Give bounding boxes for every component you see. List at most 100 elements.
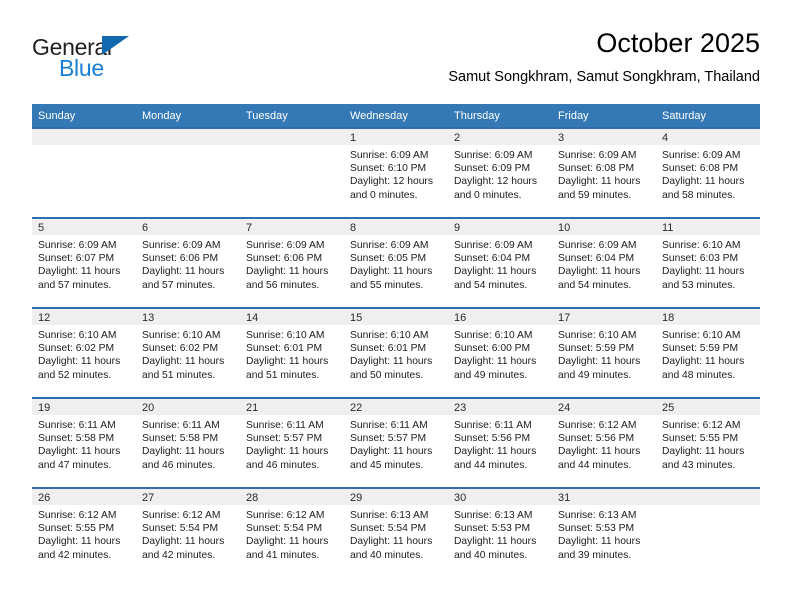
day-number: 15 bbox=[344, 309, 448, 325]
daylight-text-line2: and 40 minutes. bbox=[350, 549, 424, 561]
weekday-header-monday: Monday bbox=[136, 104, 240, 128]
calendar-day-cell[interactable]: 5 Sunrise: 6:09 AM Sunset: 6:07 PM Daylight… bbox=[32, 217, 136, 308]
page-subtitle-location: Samut Songkhram, Samut Songkhram, Thaila… bbox=[448, 69, 760, 85]
day-sun-info: Sunrise: 6:12 AM Sunset: 5:55 PM Daylight:… bbox=[32, 505, 136, 562]
calendar-day-cell[interactable]: 20 Sunrise: 6:11 AM Sunset: 5:58 PM Dayligh… bbox=[136, 397, 240, 488]
calendar-day-cell-empty bbox=[240, 127, 344, 218]
calendar-day-cell[interactable]: 24 Sunrise: 6:12 AM Sunset: 5:56 PM Dayligh… bbox=[552, 397, 656, 488]
daylight-text-line1: Daylight: 11 hours bbox=[38, 266, 121, 278]
daylight-text-line2: and 55 minutes. bbox=[350, 279, 424, 291]
logo-triangle-icon bbox=[102, 36, 129, 55]
daylight-text-line1: Daylight: 11 hours bbox=[454, 266, 537, 278]
sunrise-text: Sunrise: 6:11 AM bbox=[350, 420, 428, 431]
sunrise-text: Sunrise: 6:13 AM bbox=[454, 510, 533, 521]
calendar-day-cell[interactable]: 30 Sunrise: 6:13 AM Sunset: 5:53 PM Dayligh… bbox=[448, 487, 552, 577]
calendar-day-cell[interactable]: 1 Sunrise: 6:09 AM Sunset: 6:10 PM Daylight… bbox=[344, 127, 448, 218]
sunset-text: Sunset: 5:59 PM bbox=[558, 343, 635, 355]
daylight-text-line2: and 48 minutes. bbox=[662, 369, 736, 381]
weekday-header-sunday: Sunday bbox=[32, 104, 136, 128]
sunset-text: Sunset: 6:06 PM bbox=[142, 253, 219, 265]
calendar-day-cell[interactable]: 3 Sunrise: 6:09 AM Sunset: 6:08 PM Daylight… bbox=[552, 127, 656, 218]
calendar-day-cell[interactable]: 29 Sunrise: 6:13 AM Sunset: 5:54 PM Dayligh… bbox=[344, 487, 448, 577]
calendar-day-cell[interactable]: 15 Sunrise: 6:10 AM Sunset: 6:01 PM Dayligh… bbox=[344, 307, 448, 398]
calendar-day-cell[interactable]: 16 Sunrise: 6:10 AM Sunset: 6:00 PM Dayligh… bbox=[448, 307, 552, 398]
day-sun-info: Sunrise: 6:13 AM Sunset: 5:53 PM Daylight:… bbox=[448, 505, 552, 562]
sunrise-text: Sunrise: 6:12 AM bbox=[558, 420, 637, 431]
daylight-text-line1: Daylight: 11 hours bbox=[558, 266, 641, 278]
day-number: 4 bbox=[656, 129, 760, 145]
day-number: 12 bbox=[32, 309, 136, 325]
day-sun-info: Sunrise: 6:10 AM Sunset: 5:59 PM Daylight:… bbox=[552, 325, 656, 382]
calendar-day-cell[interactable]: 7 Sunrise: 6:09 AM Sunset: 6:06 PM Daylight… bbox=[240, 217, 344, 308]
daylight-text-line2: and 0 minutes. bbox=[454, 189, 522, 201]
day-sun-info: Sunrise: 6:11 AM Sunset: 5:58 PM Daylight:… bbox=[136, 415, 240, 472]
day-sun-info: Sunrise: 6:09 AM Sunset: 6:07 PM Daylight:… bbox=[32, 235, 136, 292]
calendar-day-cell[interactable]: 23 Sunrise: 6:11 AM Sunset: 5:56 PM Dayligh… bbox=[448, 397, 552, 488]
calendar-body: 1 Sunrise: 6:09 AM Sunset: 6:10 PM Daylight… bbox=[32, 127, 760, 577]
daylight-text-line1: Daylight: 11 hours bbox=[454, 536, 537, 548]
sunset-text: Sunset: 6:03 PM bbox=[662, 253, 739, 265]
day-sun-info: Sunrise: 6:10 AM Sunset: 5:59 PM Daylight:… bbox=[656, 325, 760, 382]
sunset-text: Sunset: 6:01 PM bbox=[350, 343, 427, 355]
calendar-day-cell[interactable]: 22 Sunrise: 6:11 AM Sunset: 5:57 PM Dayligh… bbox=[344, 397, 448, 488]
calendar-day-cell[interactable]: 13 Sunrise: 6:10 AM Sunset: 6:02 PM Dayligh… bbox=[136, 307, 240, 398]
sunrise-text: Sunrise: 6:10 AM bbox=[558, 330, 637, 341]
daylight-text-line2: and 53 minutes. bbox=[662, 279, 736, 291]
day-sun-info: Sunrise: 6:10 AM Sunset: 6:00 PM Daylight:… bbox=[448, 325, 552, 382]
calendar-day-cell[interactable]: 8 Sunrise: 6:09 AM Sunset: 6:05 PM Daylight… bbox=[344, 217, 448, 308]
title-block: October 2025 Samut Songkhram, Samut Song… bbox=[448, 26, 760, 88]
calendar-day-cell[interactable]: 31 Sunrise: 6:13 AM Sunset: 5:53 PM Dayligh… bbox=[552, 487, 656, 577]
calendar-day-cell[interactable]: 25 Sunrise: 6:12 AM Sunset: 5:55 PM Dayligh… bbox=[656, 397, 760, 488]
sunset-text: Sunset: 5:58 PM bbox=[142, 433, 219, 445]
calendar-day-cell[interactable]: 19 Sunrise: 6:11 AM Sunset: 5:58 PM Dayligh… bbox=[32, 397, 136, 488]
daylight-text-line2: and 58 minutes. bbox=[662, 189, 736, 201]
day-sun-info: Sunrise: 6:12 AM Sunset: 5:54 PM Daylight:… bbox=[136, 505, 240, 562]
calendar-day-cell[interactable]: 4 Sunrise: 6:09 AM Sunset: 6:08 PM Daylight… bbox=[656, 127, 760, 218]
calendar-day-cell[interactable]: 9 Sunrise: 6:09 AM Sunset: 6:04 PM Daylight… bbox=[448, 217, 552, 308]
calendar-day-cell[interactable]: 2 Sunrise: 6:09 AM Sunset: 6:09 PM Daylight… bbox=[448, 127, 552, 218]
page-title: October 2025 bbox=[596, 28, 760, 58]
calendar-day-cell[interactable]: 27 Sunrise: 6:12 AM Sunset: 5:54 PM Dayligh… bbox=[136, 487, 240, 577]
calendar-day-cell[interactable]: 11 Sunrise: 6:10 AM Sunset: 6:03 PM Dayligh… bbox=[656, 217, 760, 308]
sunset-text: Sunset: 5:55 PM bbox=[38, 523, 115, 535]
daylight-text-line2: and 52 minutes. bbox=[38, 369, 112, 381]
calendar-day-cell[interactable]: 26 Sunrise: 6:12 AM Sunset: 5:55 PM Dayligh… bbox=[32, 487, 136, 577]
daylight-text-line2: and 41 minutes. bbox=[246, 549, 320, 561]
sunrise-text: Sunrise: 6:09 AM bbox=[350, 240, 429, 251]
daylight-text-line2: and 51 minutes. bbox=[142, 369, 216, 381]
generalblue-logo[interactable]: General Blue bbox=[32, 34, 232, 90]
day-sun-info: Sunrise: 6:13 AM Sunset: 5:53 PM Daylight:… bbox=[552, 505, 656, 562]
daylight-text-line2: and 49 minutes. bbox=[558, 369, 632, 381]
daylight-text-line1: Daylight: 11 hours bbox=[558, 446, 641, 458]
daylight-text-line1: Daylight: 11 hours bbox=[350, 536, 433, 548]
day-number: 16 bbox=[448, 309, 552, 325]
calendar-week-row: 26 Sunrise: 6:12 AM Sunset: 5:55 PM Dayligh… bbox=[32, 487, 760, 577]
calendar-day-cell-empty bbox=[32, 127, 136, 218]
logo-text-blue: Blue bbox=[59, 55, 104, 81]
day-sun-info: Sunrise: 6:10 AM Sunset: 6:03 PM Daylight:… bbox=[656, 235, 760, 292]
daylight-text-line2: and 56 minutes. bbox=[246, 279, 320, 291]
weekday-header-saturday: Saturday bbox=[656, 104, 760, 128]
sunrise-text: Sunrise: 6:10 AM bbox=[454, 330, 533, 341]
day-number: 25 bbox=[656, 399, 760, 415]
calendar-week-row: 12 Sunrise: 6:10 AM Sunset: 6:02 PM Dayligh… bbox=[32, 307, 760, 398]
weekday-header-tuesday: Tuesday bbox=[240, 104, 344, 128]
day-number: 26 bbox=[32, 489, 136, 505]
calendar-day-cell[interactable]: 14 Sunrise: 6:10 AM Sunset: 6:01 PM Dayligh… bbox=[240, 307, 344, 398]
daylight-text-line1: Daylight: 11 hours bbox=[38, 356, 121, 368]
day-sun-info: Sunrise: 6:11 AM Sunset: 5:57 PM Daylight:… bbox=[344, 415, 448, 472]
calendar-week-row: 1 Sunrise: 6:09 AM Sunset: 6:10 PM Daylight… bbox=[32, 127, 760, 218]
calendar-day-cell[interactable]: 21 Sunrise: 6:11 AM Sunset: 5:57 PM Dayligh… bbox=[240, 397, 344, 488]
calendar-day-cell[interactable]: 18 Sunrise: 6:10 AM Sunset: 5:59 PM Dayligh… bbox=[656, 307, 760, 398]
daylight-text-line2: and 44 minutes. bbox=[454, 459, 528, 471]
sunset-text: Sunset: 5:57 PM bbox=[246, 433, 323, 445]
sunrise-text: Sunrise: 6:10 AM bbox=[246, 330, 325, 341]
sunrise-text: Sunrise: 6:11 AM bbox=[38, 420, 116, 431]
calendar-day-cell[interactable]: 6 Sunrise: 6:09 AM Sunset: 6:06 PM Daylight… bbox=[136, 217, 240, 308]
calendar-day-cell[interactable]: 12 Sunrise: 6:10 AM Sunset: 6:02 PM Dayligh… bbox=[32, 307, 136, 398]
calendar-day-cell[interactable]: 17 Sunrise: 6:10 AM Sunset: 5:59 PM Dayligh… bbox=[552, 307, 656, 398]
calendar-day-cell[interactable]: 28 Sunrise: 6:12 AM Sunset: 5:54 PM Dayligh… bbox=[240, 487, 344, 577]
sunset-text: Sunset: 5:55 PM bbox=[662, 433, 739, 445]
calendar-day-cell[interactable]: 10 Sunrise: 6:09 AM Sunset: 6:04 PM Dayligh… bbox=[552, 217, 656, 308]
daylight-text-line1: Daylight: 11 hours bbox=[558, 356, 641, 368]
